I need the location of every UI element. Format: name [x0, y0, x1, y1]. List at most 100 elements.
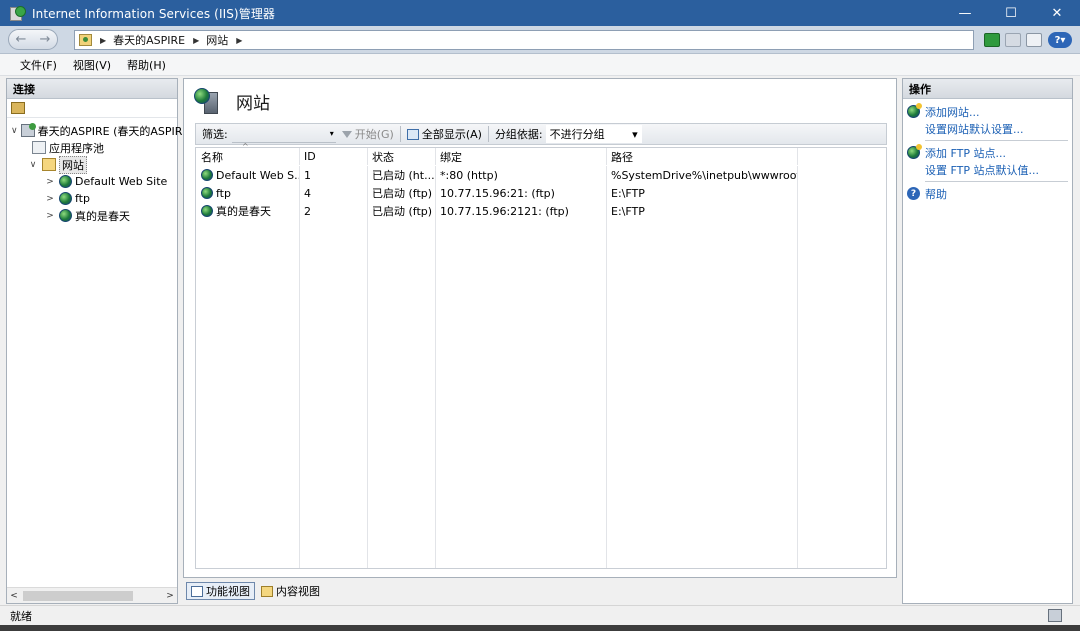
column-header-extra[interactable]: [797, 148, 886, 165]
app-pool-icon: [32, 141, 46, 154]
features-view-tab[interactable]: 功能视图: [186, 582, 255, 600]
site-binding: *:80 (http): [440, 168, 498, 182]
help-menu-button[interactable]: ? ▾: [1048, 32, 1072, 48]
expand-icon[interactable]: ∨: [27, 160, 39, 170]
table-row[interactable]: ftp 4 已启动 (ftp) 10.77.15.96:21: (ftp) E:…: [196, 184, 886, 202]
stop-icon[interactable]: [1005, 33, 1021, 47]
column-header-binding[interactable]: 绑定: [435, 148, 606, 165]
site-binding: 10.77.15.96:2121: (ftp): [440, 204, 569, 218]
connections-header: 连接: [7, 79, 177, 99]
connections-tree: ∨ 春天的ASPIRE (春天的ASPIRE 应用程序池 ∨ 网站 > Defa…: [7, 118, 189, 224]
site-id: 2: [304, 204, 311, 218]
expand-icon[interactable]: >: [44, 194, 56, 204]
horizontal-scrollbar[interactable]: < >: [7, 587, 177, 603]
close-button[interactable]: ✕: [1034, 0, 1080, 26]
site-name: Default Web S...: [216, 168, 299, 182]
status-bar: 就绪: [0, 605, 1080, 625]
server-status-icon: [1048, 609, 1062, 622]
sites-table: ^ 名称 ID 状态 绑定 路径 Default Web S... 1 已启动 …: [195, 142, 887, 569]
add-website-label: 添加网站...: [925, 105, 980, 119]
tree-node-sites[interactable]: ∨ 网站: [7, 155, 177, 174]
menu-bar: 文件(F) 视图(V) 帮助(H): [0, 54, 1080, 76]
add-website-action[interactable]: 添加网站...: [907, 103, 1072, 120]
actions-panel: 操作 添加网站... 设置网站默认设置... 添加 FTP 站点... 设置 F…: [902, 78, 1073, 604]
add-globe-icon: [907, 103, 922, 118]
scroll-left-icon[interactable]: <: [7, 591, 21, 601]
scroll-right-icon[interactable]: >: [163, 591, 177, 601]
scroll-thumb[interactable]: [23, 590, 133, 601]
desktop-strip: [0, 625, 1080, 631]
menu-view[interactable]: 视图(V): [65, 57, 119, 73]
breadcrumb-sites[interactable]: 网站: [206, 32, 228, 48]
filter-toolbar: 筛选: ▾ 开始(G) 全部显示(A) 分组依据: 不进行分组 ▾: [195, 123, 887, 145]
iis-app-icon: [10, 6, 26, 21]
dropdown-icon[interactable]: ▾: [330, 129, 334, 138]
ftp-defaults-action[interactable]: 设置 FTP 站点默认值...: [907, 161, 1072, 178]
site-path: E:\FTP: [611, 204, 645, 218]
column-header-path[interactable]: 路径: [606, 148, 797, 165]
site-status: 已启动 (ftp): [372, 205, 433, 218]
actions-divider: [925, 181, 1068, 182]
breadcrumb[interactable]: ▶ 春天的ASPIRE ▶ 网站 ▶: [74, 30, 974, 50]
tree-node-server[interactable]: ∨ 春天的ASPIRE (春天的ASPIRE: [7, 122, 189, 139]
back-button[interactable]: ←: [9, 30, 33, 49]
help-action[interactable]: ? 帮助: [907, 185, 1072, 202]
create-connection-icon[interactable]: [11, 102, 25, 114]
group-by-select[interactable]: 不进行分组 ▾: [545, 125, 642, 143]
tree-node-label: 真的是春天: [75, 209, 130, 223]
column-header-id[interactable]: ID: [299, 148, 367, 165]
table-row[interactable]: Default Web S... 1 已启动 (ht... *:80 (http…: [196, 166, 886, 184]
sites-folder-icon: [42, 158, 56, 171]
expand-icon[interactable]: >: [44, 211, 56, 221]
help-label: 帮助: [925, 187, 947, 201]
sites-server-icon: [194, 88, 222, 114]
chevron-down-icon: ▾: [632, 127, 638, 141]
address-tools: ? ▾: [979, 30, 1072, 50]
address-bar: ← → ▶ 春天的ASPIRE ▶ 网站 ▶ ? ▾: [0, 26, 1080, 54]
filter-input[interactable]: ▾: [231, 125, 336, 143]
expand-icon[interactable]: >: [44, 177, 56, 187]
website-defaults-action[interactable]: 设置网站默认设置...: [907, 120, 1072, 137]
show-all-button[interactable]: 全部显示(A): [401, 124, 488, 144]
content-view-label: 内容视图: [276, 585, 320, 598]
show-all-label: 全部显示(A): [421, 128, 482, 141]
breadcrumb-separator-icon[interactable]: ▶: [100, 36, 106, 45]
expand-icon[interactable]: ∨: [11, 126, 18, 136]
start-filter-button[interactable]: 开始(G): [336, 124, 400, 144]
breadcrumb-server[interactable]: 春天的ASPIRE: [113, 32, 185, 48]
group-by-label: 分组依据:: [494, 128, 543, 141]
start-filter-label: 开始(G): [354, 128, 394, 141]
tree-node-label: Default Web Site: [75, 175, 168, 188]
title-bar: Internet Information Services (IIS)管理器 —…: [0, 0, 1080, 26]
content-view-tab[interactable]: 内容视图: [257, 582, 324, 600]
add-globe-icon: [907, 144, 922, 159]
add-ftp-site-action[interactable]: 添加 FTP 站点...: [907, 144, 1072, 161]
minimize-button[interactable]: —: [942, 0, 988, 26]
column-header-status[interactable]: 状态: [367, 148, 435, 165]
breadcrumb-separator-icon[interactable]: ▶: [236, 36, 242, 45]
show-all-icon: [406, 128, 419, 140]
window-title: Internet Information Services (IIS)管理器: [32, 6, 276, 21]
connections-panel: 连接 ∨ 春天的ASPIRE (春天的ASPIRE 应用程序池 ∨ 网站 > D…: [6, 78, 189, 604]
menu-help[interactable]: 帮助(H): [119, 57, 174, 73]
menu-file[interactable]: 文件(F): [12, 57, 65, 73]
connect-icon[interactable]: [984, 33, 1000, 47]
content-view-icon: [261, 585, 273, 597]
sites-panel: 网站 筛选: ▾ 开始(G) 全部显示(A) 分组依据: 不进行分组 ▾ ^ 名称: [183, 78, 897, 578]
tree-node-label: 春天的ASPIRE (春天的ASPIRE: [37, 124, 190, 138]
breadcrumb-separator-icon[interactable]: ▶: [193, 36, 199, 45]
tree-node-site[interactable]: > 真的是春天: [7, 207, 177, 224]
tree-node-app-pools[interactable]: 应用程序池: [7, 139, 177, 156]
site-name: 真的是春天: [216, 205, 271, 218]
home-icon[interactable]: [1026, 33, 1042, 47]
help-icon: ?: [907, 187, 920, 200]
site-id: 4: [304, 186, 311, 200]
maximize-button[interactable]: ☐: [988, 0, 1034, 26]
tree-node-site[interactable]: > Default Web Site: [7, 173, 177, 190]
status-text: 就绪: [10, 609, 32, 623]
forward-button[interactable]: →: [33, 30, 57, 49]
table-row[interactable]: 真的是春天 2 已启动 (ftp) 10.77.15.96:2121: (ftp…: [196, 202, 886, 220]
page-header: 网站: [184, 79, 896, 123]
globe-icon: [59, 209, 72, 222]
tree-node-site[interactable]: > ftp: [7, 190, 177, 207]
